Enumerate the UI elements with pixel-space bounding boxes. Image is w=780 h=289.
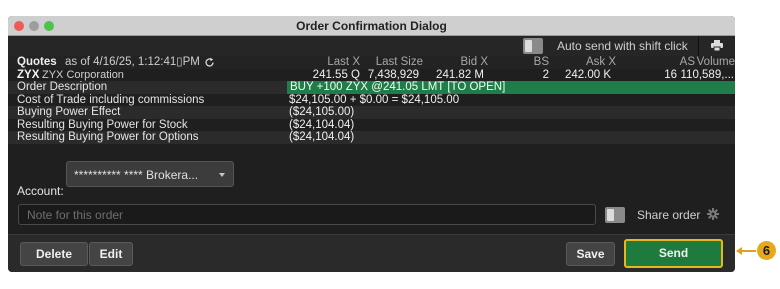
- window-title: Order Confirmation Dialog: [296, 19, 447, 33]
- edit-button[interactable]: Edit: [89, 242, 133, 266]
- quote-company: ZYX Corporation: [42, 68, 124, 81]
- detail-value: ($24,104.04): [289, 131, 355, 143]
- account-label: Account:: [17, 184, 64, 198]
- detail-label: Resulting Buying Power for Stock: [17, 118, 188, 131]
- quotes-header-row: Quotes as of 4/16/25, 1:12:41▯PM Last X …: [8, 56, 735, 69]
- printer-icon[interactable]: [711, 40, 723, 51]
- column-header-last: Last X: [327, 56, 360, 68]
- toolbar-divider: [698, 36, 699, 56]
- detail-label: Buying Power Effect: [17, 106, 121, 118]
- order-confirmation-dialog: Order Confirmation Dialog Auto send with…: [8, 16, 735, 272]
- detail-row-order-description: Order Description BUY +100 ZYX @241.05 L…: [8, 81, 735, 94]
- column-header-volume: Volume: [696, 56, 735, 68]
- share-order-checkbox[interactable]: [605, 207, 625, 223]
- quotes-timestamp: as of 4/16/25, 1:12:41▯PM: [65, 56, 200, 68]
- column-header-ask: Ask X: [585, 56, 616, 68]
- detail-row-buying-power-stock: Resulting Buying Power for Stock ($24,10…: [8, 119, 735, 132]
- detail-label: Order Description: [17, 81, 108, 93]
- quote-bid-size: 2: [542, 68, 549, 81]
- share-order-label: Share order: [637, 208, 701, 222]
- order-note-input[interactable]: [18, 204, 596, 225]
- detail-row-buying-power-effect: Buying Power Effect ($24,105.00): [8, 106, 735, 119]
- detail-value: $24,105.00 + $0.00 = $24,105.00: [289, 93, 460, 106]
- quote-ask-size: 16: [664, 68, 677, 81]
- detail-row-cost-of-trade: Cost of Trade including commissions $24,…: [8, 94, 735, 107]
- save-button[interactable]: Save: [566, 242, 615, 266]
- quote-ask: 242.00 K: [564, 68, 611, 81]
- quotes-label: Quotes: [17, 56, 57, 68]
- auto-send-label: Auto send with shift click: [557, 39, 688, 53]
- detail-label: Cost of Trade including commissions: [17, 93, 205, 106]
- dialog-button-bar: Delete Edit Save Send: [8, 234, 735, 272]
- delete-button[interactable]: Delete: [20, 242, 88, 266]
- detail-value: ($24,104.04): [289, 118, 355, 131]
- quote-bid: 241.82 M: [436, 68, 484, 81]
- order-description-value: BUY +100 ZYX @241.05 LMT [TO OPEN]: [290, 81, 506, 93]
- detail-value: ($24,105.00): [289, 106, 355, 118]
- column-header-bid: Bid X: [460, 56, 489, 68]
- quote-last: 241.55 Q: [312, 68, 360, 81]
- detail-row-buying-power-options: Resulting Buying Power for Options ($24,…: [8, 131, 735, 144]
- quote-last-size: 7,438,929: [367, 68, 419, 81]
- dialog-toolbar: Auto send with shift click: [8, 36, 735, 56]
- callout-number-badge: 6: [757, 241, 776, 260]
- account-select[interactable]: ********** **** Brokera...: [66, 161, 234, 187]
- chevron-down-icon: [219, 173, 225, 177]
- refresh-icon[interactable]: [204, 57, 215, 68]
- account-value: ********** **** Brokera...: [74, 168, 199, 182]
- column-header-last-size: Last Size: [375, 56, 423, 68]
- detail-label: Resulting Buying Power for Options: [17, 131, 199, 143]
- title-bar: Order Confirmation Dialog: [8, 16, 735, 36]
- auto-send-checkbox[interactable]: [523, 38, 543, 54]
- quote-volume: 110,589,...: [680, 68, 735, 81]
- gear-icon[interactable]: [707, 208, 719, 220]
- column-header-bid-size: BS: [533, 56, 549, 68]
- quote-symbol: ZYX: [17, 68, 40, 81]
- quotes-table: Quotes as of 4/16/25, 1:12:41▯PM Last X …: [8, 56, 735, 144]
- column-header-ask-size: AS: [679, 56, 695, 68]
- send-button[interactable]: Send: [624, 239, 723, 268]
- quote-row: ZYX ZYX Corporation 241.55 Q 7,438,929 2…: [8, 69, 735, 82]
- callout-line: [740, 250, 756, 252]
